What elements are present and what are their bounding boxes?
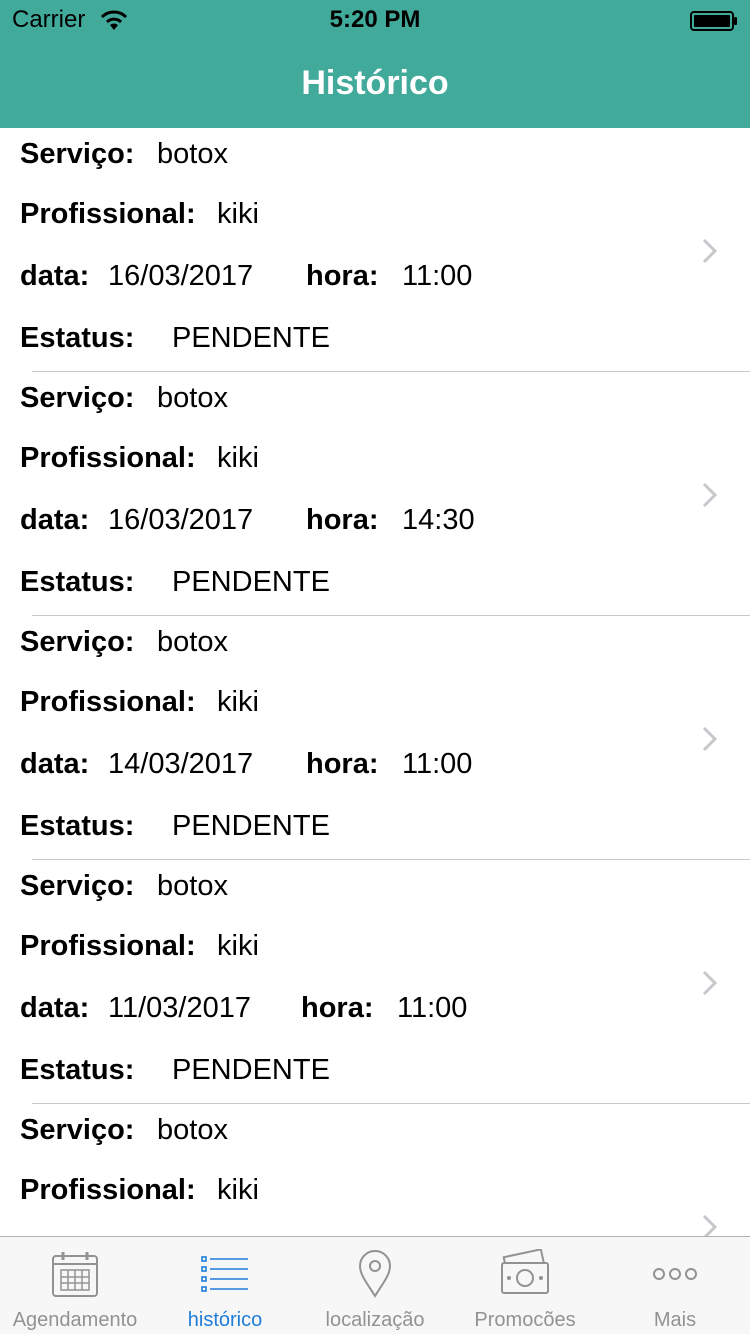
chevron-right-icon xyxy=(702,970,718,996)
professional-value: kiki xyxy=(217,930,259,962)
status-bar: Carrier 5:20 PM xyxy=(0,0,750,40)
date-label: data: xyxy=(20,748,90,780)
professional-value: kiki xyxy=(217,1174,259,1206)
tab-label: histórico xyxy=(187,1309,263,1331)
history-row[interactable]: Serviço: botox Profissional: kiki data: … xyxy=(0,128,750,372)
tab-historico[interactable]: histórico xyxy=(150,1237,300,1334)
status-value: PENDENTE xyxy=(172,566,330,598)
time-value: 11:00 xyxy=(402,748,473,780)
professional-label: Profissional: xyxy=(20,930,196,962)
history-row[interactable]: Serviço: botox Profissional: kiki data: … xyxy=(0,616,750,860)
tab-label: localização xyxy=(325,1309,425,1331)
status-label: Estatus: xyxy=(20,566,135,598)
date-value: 16/03/2017 xyxy=(108,260,254,292)
status-label: Estatus: xyxy=(20,322,135,354)
service-label: Serviço: xyxy=(20,626,135,658)
status-time: 5:20 PM xyxy=(329,6,421,33)
time-value: 14:30 xyxy=(402,504,475,536)
professional-label: Profissional: xyxy=(20,442,196,474)
history-list[interactable]: Serviço: botox Profissional: kiki data: … xyxy=(0,128,750,1236)
time-value: 11:00 xyxy=(402,260,473,292)
tab-label: Mais xyxy=(653,1309,697,1331)
service-value: botox xyxy=(157,626,228,658)
service-label: Serviço: xyxy=(20,870,135,902)
tab-localizacao[interactable]: localização xyxy=(300,1237,450,1334)
tab-mais[interactable]: Mais xyxy=(600,1237,750,1334)
service-value: botox xyxy=(157,382,228,414)
history-row[interactable]: Serviço: botox Profissional: kiki data: … xyxy=(0,372,750,616)
service-label: Serviço: xyxy=(20,382,135,414)
status-label: Estatus: xyxy=(20,810,135,842)
tab-bar: Agendamento histórico localização Promoc… xyxy=(0,1236,750,1334)
location-pin-icon xyxy=(358,1250,392,1298)
time-label: hora: xyxy=(306,260,379,292)
status-label: Estatus: xyxy=(20,1054,135,1086)
date-value: 16/03/2017 xyxy=(108,504,254,536)
service-value: botox xyxy=(157,1114,228,1146)
professional-value: kiki xyxy=(217,686,259,718)
date-value: 11/03/2017 xyxy=(108,992,251,1024)
time-label: hora: xyxy=(306,504,379,536)
status-value: PENDENTE xyxy=(172,810,330,842)
professional-value: kiki xyxy=(217,198,259,230)
service-label: Serviço: xyxy=(20,138,135,170)
screen: Carrier 5:20 PM Histórico Serviço: botox… xyxy=(0,0,750,1334)
history-row[interactable]: Serviço: botox Profissional: kiki xyxy=(0,1104,750,1236)
professional-label: Profissional: xyxy=(20,686,196,718)
time-value: 11:00 xyxy=(397,992,468,1024)
service-label: Serviço: xyxy=(20,1114,135,1146)
date-label: data: xyxy=(20,260,90,292)
date-value: 14/03/2017 xyxy=(108,748,254,780)
service-value: botox xyxy=(157,138,228,170)
professional-label: Profissional: xyxy=(20,1174,196,1206)
tab-label: Promocões xyxy=(474,1309,576,1331)
tab-agendamento[interactable]: Agendamento xyxy=(0,1237,150,1334)
service-value: botox xyxy=(157,870,228,902)
date-label: data: xyxy=(20,504,90,536)
tab-promocoes[interactable]: Promocões xyxy=(450,1237,600,1334)
chevron-right-icon xyxy=(702,726,718,752)
status-value: PENDENTE xyxy=(172,322,330,354)
money-icon xyxy=(501,1249,549,1294)
calendar-icon xyxy=(52,1252,98,1297)
professional-label: Profissional: xyxy=(20,198,196,230)
chevron-right-icon xyxy=(702,1214,718,1236)
tab-label: Agendamento xyxy=(12,1309,138,1331)
chevron-right-icon xyxy=(702,482,718,508)
time-label: hora: xyxy=(301,992,374,1024)
page-title: Histórico xyxy=(301,64,449,102)
header: Carrier 5:20 PM Histórico xyxy=(0,0,750,128)
history-row[interactable]: Serviço: botox Profissional: kiki data: … xyxy=(0,860,750,1104)
chevron-right-icon xyxy=(702,238,718,264)
status-value: PENDENTE xyxy=(172,1054,330,1086)
professional-value: kiki xyxy=(217,442,259,474)
battery-icon xyxy=(690,11,737,31)
date-label: data: xyxy=(20,992,90,1024)
time-label: hora: xyxy=(306,748,379,780)
more-icon xyxy=(653,1268,697,1280)
list-icon xyxy=(201,1256,248,1292)
